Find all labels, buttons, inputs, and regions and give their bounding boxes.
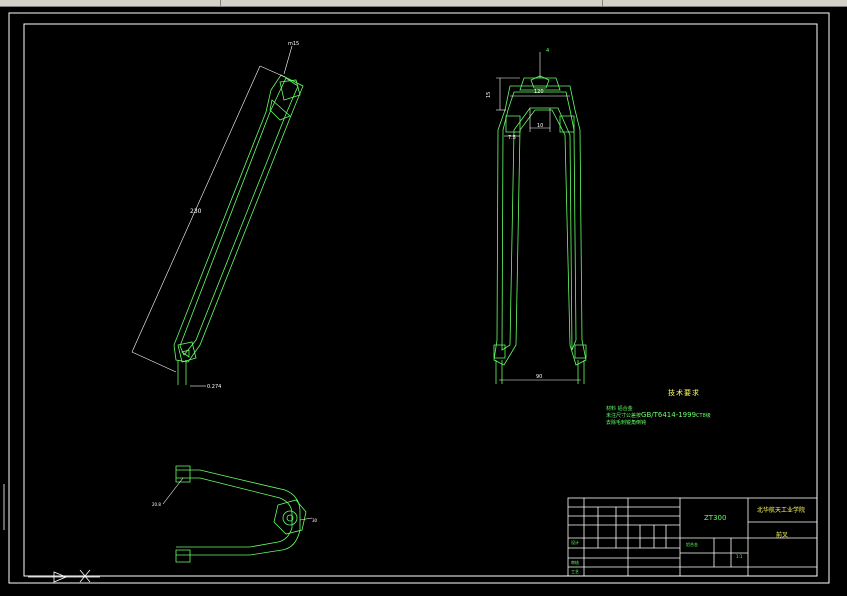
design-label: 设计 bbox=[571, 540, 579, 545]
tech-requirement-suffix: CT8级 bbox=[696, 413, 711, 419]
tech-requirement-line: 去除毛刺锐角倒钝 bbox=[606, 420, 647, 426]
dim-plan-left-label: 20.8 bbox=[152, 502, 161, 507]
tech-requirements-title: 技术要求 bbox=[668, 389, 700, 397]
inner-border bbox=[23, 23, 818, 577]
school-name: 北华航天工业学院 bbox=[757, 507, 806, 514]
right-scrollbar[interactable] bbox=[831, 7, 847, 596]
dim-plan-right-label: 30 bbox=[312, 518, 318, 523]
process-label: 工艺 bbox=[571, 569, 579, 574]
cad-drawing-canvas[interactable]: m15 230 0.274 4 15 120 10 7.5 90 20.8 30 bbox=[0, 0, 847, 596]
dim-width-top-label: 120 bbox=[534, 89, 544, 95]
plan-view-dimensions bbox=[162, 477, 313, 521]
dim-tip-label: 0.274 bbox=[207, 384, 221, 390]
dim-length-label: 230 bbox=[190, 208, 202, 215]
dim-inner-label: 10 bbox=[537, 123, 543, 129]
front-view-marker: 4 bbox=[546, 48, 549, 54]
material-cell: 铝合金 bbox=[686, 542, 698, 547]
dim-bottom-width-label: 90 bbox=[536, 374, 542, 380]
fork-plan-view[interactable] bbox=[175, 465, 307, 563]
tech-requirement-standard: GB/T6414-1999 bbox=[641, 411, 697, 419]
fork-side-view[interactable] bbox=[173, 74, 304, 385]
drawing-number: ZT300 bbox=[704, 514, 727, 522]
side-view-dimensions bbox=[131, 45, 293, 387]
tech-requirement-line: 未注尺寸公差按GB/T6414-1999CT8级 bbox=[606, 411, 711, 419]
dim-top-label: m15 bbox=[288, 41, 299, 47]
dim-left-small-label: 7.5 bbox=[508, 135, 516, 141]
dim-height-label: 15 bbox=[486, 92, 492, 98]
part-name: 前叉 bbox=[776, 532, 789, 539]
ucs-icon bbox=[3, 484, 100, 583]
check-label: 审核 bbox=[571, 560, 579, 565]
outer-border bbox=[8, 12, 830, 584]
scale-cell: 1:1 bbox=[736, 554, 743, 559]
